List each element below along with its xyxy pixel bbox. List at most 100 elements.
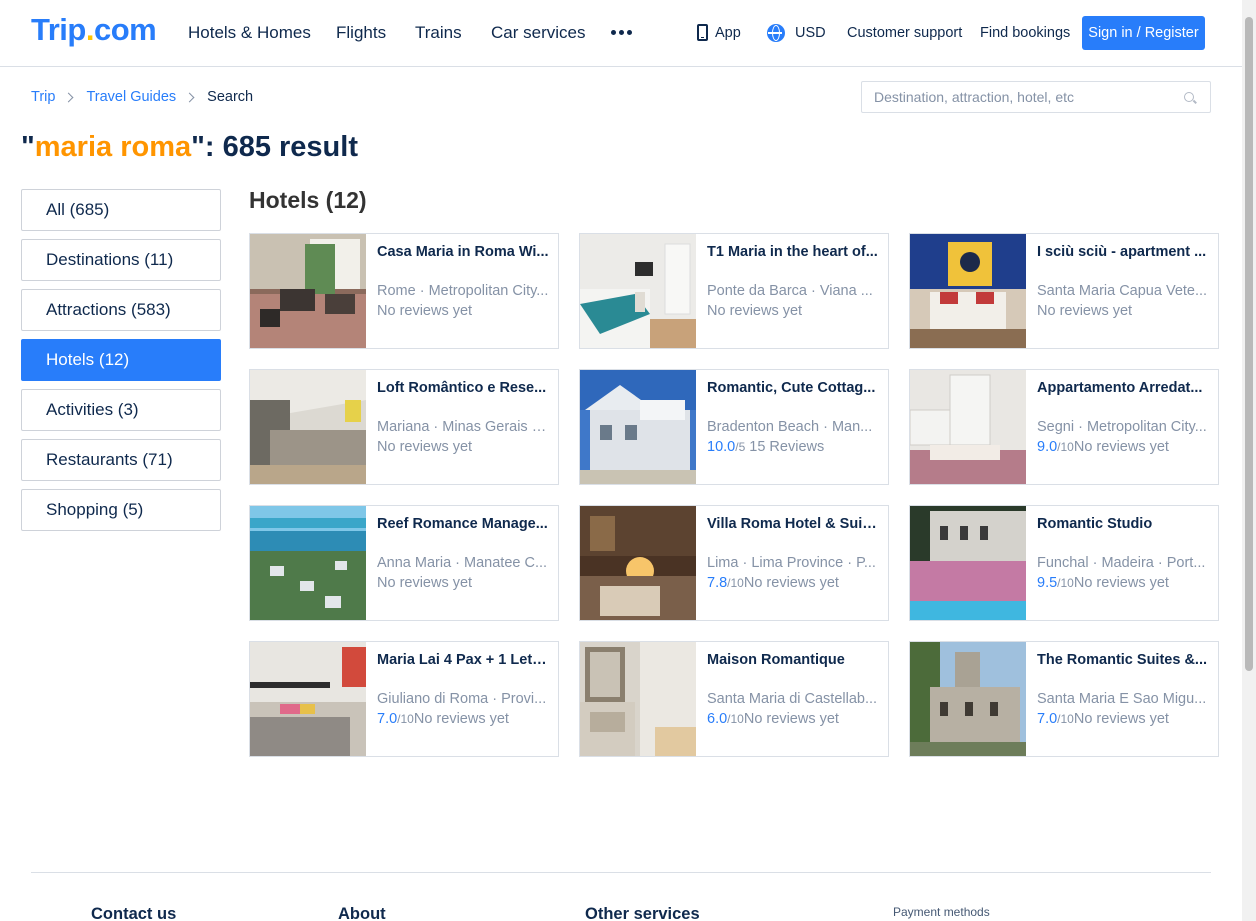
- hotel-location: Santa Maria E Sao Migu...: [1037, 691, 1207, 707]
- hotel-photo: [580, 370, 696, 484]
- hotel-location: Santa Maria Capua Vete...: [1037, 283, 1208, 299]
- hotel-name[interactable]: Romantic Studio: [1037, 516, 1209, 532]
- hotel-location: Mariana · Minas Gerais · ...: [377, 419, 549, 435]
- app-link[interactable]: App: [715, 25, 741, 41]
- globe-icon[interactable]: [767, 24, 785, 42]
- footer-about: About: [338, 905, 386, 921]
- category-attractions[interactable]: Attractions (583): [21, 289, 221, 331]
- hotel-location: Bradenton Beach · Man...: [707, 419, 873, 435]
- hotel-location: Funchal · Madeira · Port...: [1037, 555, 1206, 571]
- chevron-right-icon: [63, 92, 74, 102]
- hotel-location: Lima · Lima Province · P...: [707, 555, 876, 571]
- hotel-card[interactable]: Casa Maria in Roma Wi... Rome · Metropol…: [249, 233, 559, 349]
- hotel-reviews: No reviews yet: [707, 303, 803, 319]
- hotel-reviews: 9.0/10No reviews yet: [1037, 439, 1169, 455]
- find-bookings-link[interactable]: Find bookings: [980, 25, 1070, 41]
- section-title: Hotels (12): [249, 187, 367, 213]
- breadcrumb-trip[interactable]: Trip: [31, 89, 55, 105]
- more-menu-icon[interactable]: [611, 30, 632, 35]
- hotel-photo: [250, 506, 366, 620]
- hotel-reviews: 7.8/10No reviews yet: [707, 575, 839, 591]
- hotel-location: Santa Maria di Castellab...: [707, 691, 878, 707]
- hotel-card[interactable]: Villa Roma Hotel & Suit... Lima · Lima P…: [579, 505, 889, 621]
- hotel-reviews: No reviews yet: [377, 303, 473, 319]
- hotel-name[interactable]: Casa Maria in Roma Wi...: [377, 244, 549, 260]
- hotel-reviews: 9.5/10No reviews yet: [1037, 575, 1169, 591]
- hotel-reviews: 7.0/10No reviews yet: [377, 711, 509, 727]
- category-activities[interactable]: Activities (3): [21, 389, 221, 431]
- chevron-right-icon: [184, 92, 195, 102]
- nav-flights[interactable]: Flights: [336, 23, 386, 43]
- hotel-photo: [580, 642, 696, 756]
- hotel-name[interactable]: Villa Roma Hotel & Suit...: [707, 516, 879, 532]
- hotel-photo: [580, 506, 696, 620]
- search-input[interactable]: [862, 82, 1162, 112]
- trip-logo[interactable]: Trip.com: [31, 12, 157, 48]
- hotel-photo: [250, 234, 366, 348]
- hotel-location: Ponte da Barca · Viana ...: [707, 283, 873, 299]
- search-icon[interactable]: [1184, 92, 1194, 102]
- search-keyword: maria roma: [34, 131, 192, 163]
- hotel-location: Anna Maria · Manatee C...: [377, 555, 548, 571]
- page-title: "maria roma": 685 result: [21, 131, 358, 163]
- hotel-name[interactable]: Maison Romantique: [707, 652, 879, 668]
- hotel-card[interactable]: Maria Lai 4 Pax + 1 Lett... Giuliano di …: [249, 641, 559, 757]
- hotel-reviews: 10.0/5 15 Reviews: [707, 439, 825, 455]
- category-hotels[interactable]: Hotels (12): [21, 339, 221, 381]
- scrollbar-thumb[interactable]: [1245, 17, 1253, 671]
- currency-selector[interactable]: USD: [795, 25, 826, 41]
- hotel-photo: [910, 234, 1026, 348]
- breadcrumb-travel-guides[interactable]: Travel Guides: [86, 89, 176, 105]
- hotel-photo: [250, 642, 366, 756]
- hotel-card[interactable]: Reef Romance Manage... Anna Maria · Mana…: [249, 505, 559, 621]
- hotel-name[interactable]: The Romantic Suites &...: [1037, 652, 1209, 668]
- hotel-photo: [910, 506, 1026, 620]
- hotel-reviews: No reviews yet: [377, 439, 473, 455]
- hotel-reviews: 6.0/10No reviews yet: [707, 711, 839, 727]
- hotel-reviews: 7.0/10No reviews yet: [1037, 711, 1169, 727]
- search-box: [861, 81, 1211, 113]
- hotel-photo: [250, 370, 366, 484]
- breadcrumb-current: Search: [207, 89, 254, 105]
- hotel-card[interactable]: Romantic Studio Funchal · Madeira · Port…: [909, 505, 1219, 621]
- hotel-name[interactable]: I sciù sciù - apartment ...: [1037, 244, 1209, 260]
- hotel-photo: [910, 370, 1026, 484]
- hotel-card[interactable]: Loft Romântico e Rese... Mariana · Minas…: [249, 369, 559, 485]
- breadcrumb: Trip Travel Guides Search: [31, 89, 253, 105]
- hotel-card[interactable]: I sciù sciù - apartment ... Santa Maria …: [909, 233, 1219, 349]
- footer-divider: [31, 872, 1211, 873]
- hotel-card[interactable]: Romantic, Cute Cottag... Bradenton Beach…: [579, 369, 889, 485]
- nav-car-services[interactable]: Car services: [491, 23, 585, 43]
- category-shopping[interactable]: Shopping (5): [21, 489, 221, 531]
- hotel-name[interactable]: Maria Lai 4 Pax + 1 Lett...: [377, 652, 549, 668]
- footer-other-services: Other services: [585, 905, 700, 921]
- hotel-name[interactable]: T1 Maria in the heart of...: [707, 244, 879, 260]
- hotel-location: Rome · Metropolitan City...: [377, 283, 549, 299]
- hotel-reviews: No reviews yet: [1037, 303, 1133, 319]
- hotel-card[interactable]: Appartamento Arredat... Segni · Metropol…: [909, 369, 1219, 485]
- customer-support-link[interactable]: Customer support: [847, 25, 962, 41]
- nav-hotels-homes[interactable]: Hotels & Homes: [188, 23, 311, 43]
- footer-payment-methods: Payment methods: [893, 905, 990, 919]
- nav-trains[interactable]: Trains: [415, 23, 462, 43]
- hotel-location: Giuliano di Roma · Provi...: [377, 691, 547, 707]
- hotel-card[interactable]: The Romantic Suites &... Santa Maria E S…: [909, 641, 1219, 757]
- sign-in-register-button[interactable]: Sign in / Register: [1082, 16, 1205, 50]
- hotel-name[interactable]: Reef Romance Manage...: [377, 516, 549, 532]
- hotel-photo: [910, 642, 1026, 756]
- hotel-photo: [580, 234, 696, 348]
- footer-contact-us: Contact us: [91, 905, 177, 921]
- top-header: Trip.com Hotels & Homes Flights Trains C…: [0, 0, 1242, 67]
- category-destinations[interactable]: Destinations (11): [21, 239, 221, 281]
- hotel-card[interactable]: T1 Maria in the heart of... Ponte da Bar…: [579, 233, 889, 349]
- page-scrollbar[interactable]: [1242, 0, 1256, 921]
- hotel-card[interactable]: Maison Romantique Santa Maria di Castell…: [579, 641, 889, 757]
- hotel-name[interactable]: Appartamento Arredat...: [1037, 380, 1209, 396]
- hotel-reviews: No reviews yet: [377, 575, 473, 591]
- category-restaurants[interactable]: Restaurants (71): [21, 439, 221, 481]
- phone-icon[interactable]: [697, 24, 708, 41]
- hotel-location: Segni · Metropolitan City...: [1037, 419, 1207, 435]
- category-all[interactable]: All (685): [21, 189, 221, 231]
- hotel-name[interactable]: Romantic, Cute Cottag...: [707, 380, 879, 396]
- hotel-name[interactable]: Loft Romântico e Rese...: [377, 380, 549, 396]
